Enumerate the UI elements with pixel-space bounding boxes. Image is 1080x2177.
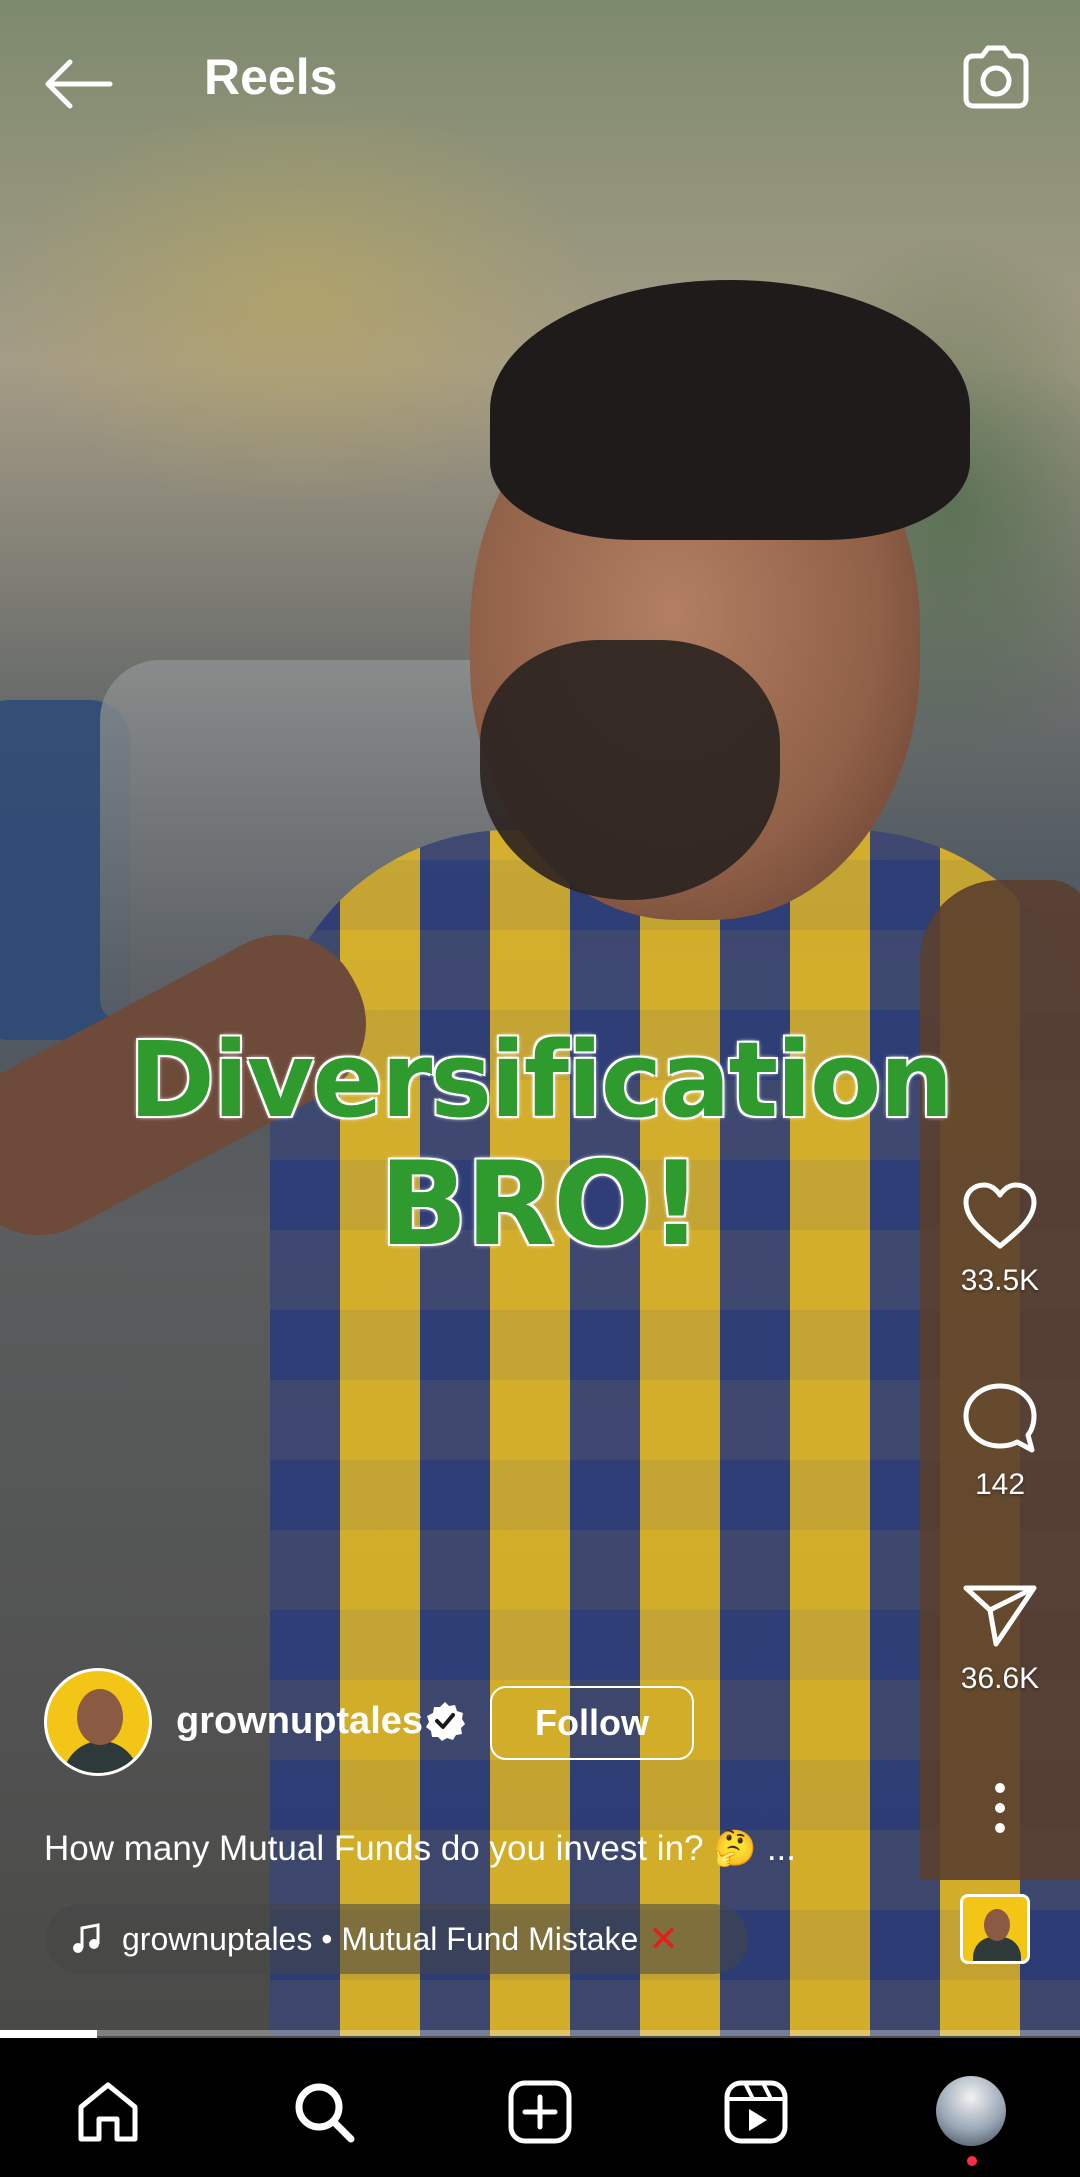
nav-profile-avatar[interactable] — [936, 2076, 1006, 2146]
reels-icon — [724, 2080, 788, 2144]
video-progress-fill — [0, 2030, 98, 2038]
camera-icon — [963, 45, 1029, 109]
author-username[interactable]: grownuptales — [176, 1700, 423, 1743]
send-icon[interactable] — [960, 1580, 1040, 1650]
heart-icon[interactable] — [960, 1180, 1040, 1252]
more-vertical-icon[interactable] — [990, 1780, 1010, 1836]
caption-text: How many Mutual Funds do you invest in? … — [44, 1829, 757, 1868]
top-bar: Reels — [0, 0, 1080, 160]
bottom-navigation — [0, 2040, 1080, 2177]
share-count: 36.6K — [960, 1662, 1040, 1695]
home-icon — [78, 2082, 138, 2142]
author-row: grownuptales Follow — [44, 1668, 864, 1778]
audio-track-name: grownuptales • Mutual Fund Mistake — [122, 1920, 639, 1957]
comment-icon[interactable] — [960, 1380, 1040, 1456]
red-x-emoji: ✕ — [648, 1918, 679, 1959]
back-arrow-icon — [45, 59, 113, 109]
audio-thumbnail[interactable] — [960, 1894, 1030, 1964]
more-options-button[interactable] — [920, 1780, 1080, 1836]
create-post-icon — [508, 2080, 572, 2144]
caption-more[interactable]: ... — [767, 1829, 796, 1868]
notification-dot — [967, 2156, 977, 2166]
person-hair — [490, 280, 970, 540]
nav-home[interactable] — [70, 2074, 146, 2150]
audio-pill[interactable]: grownuptales • Mutual Fund Mistake ✕ — [46, 1904, 748, 1974]
page-title: Reels — [204, 49, 338, 105]
comment-action[interactable]: 142 — [920, 1380, 1080, 1502]
reels-screen: Diversification BRO! Reels 33.5K 142 36.… — [0, 0, 1080, 2177]
like-action[interactable]: 33.5K — [920, 1180, 1080, 1298]
video-progress-bar[interactable] — [0, 2030, 1080, 2038]
video-overlay-line2: BRO! — [379, 1137, 702, 1272]
author-avatar[interactable] — [44, 1668, 152, 1776]
person-beard — [480, 640, 780, 900]
like-count: 33.5K — [960, 1264, 1040, 1297]
share-action[interactable]: 36.6K — [920, 1580, 1080, 1696]
music-note-icon — [73, 1923, 100, 1953]
caption[interactable]: How many Mutual Funds do you invest in? … — [44, 1828, 796, 1869]
camera-button[interactable] — [954, 36, 1038, 120]
verified-badge-icon — [426, 1702, 465, 1741]
search-icon — [295, 2083, 355, 2143]
back-button[interactable] — [40, 44, 120, 124]
nav-search[interactable] — [286, 2074, 362, 2150]
follow-button[interactable]: Follow — [490, 1686, 694, 1760]
nav-create[interactable] — [502, 2074, 578, 2150]
video-overlay-line1: Diversification — [128, 1019, 954, 1141]
nav-reels[interactable] — [718, 2074, 794, 2150]
comment-count: 142 — [974, 1468, 1026, 1501]
